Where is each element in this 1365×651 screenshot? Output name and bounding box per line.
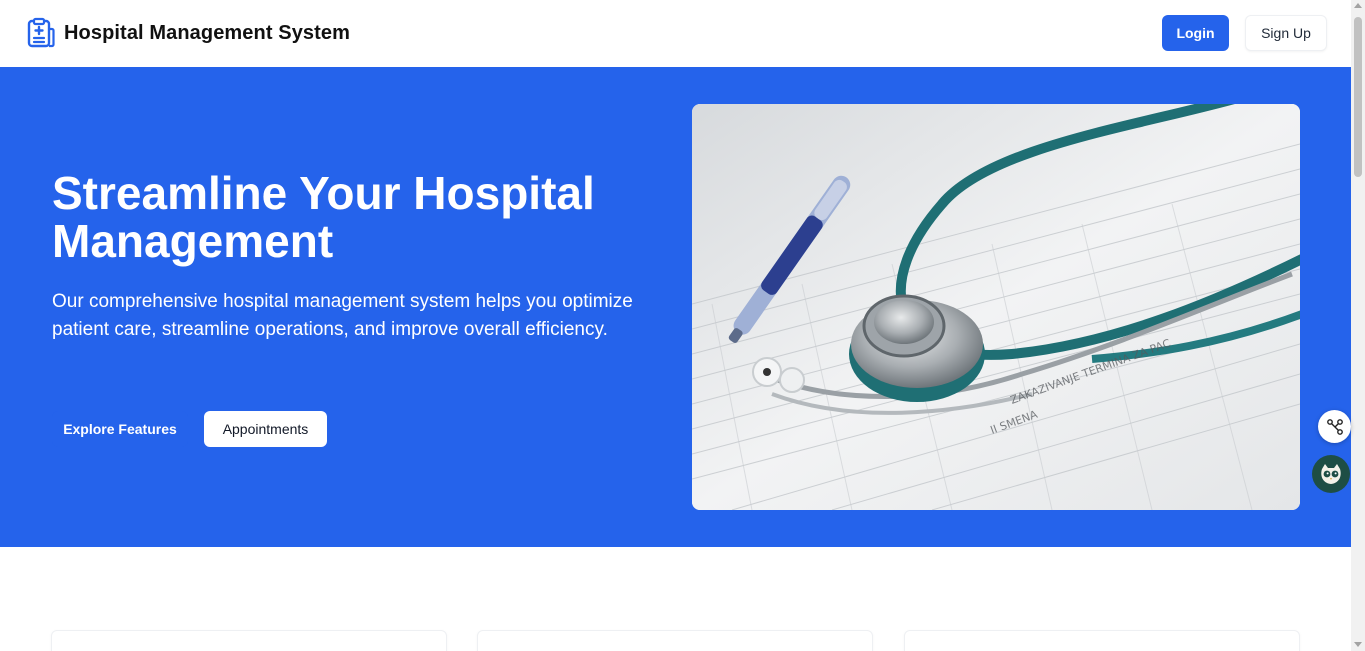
hero-image: ZAKAZIVANJE TERMINA ZA PAC II SMENA xyxy=(692,104,1300,510)
page-scrollbar[interactable] xyxy=(1351,0,1365,651)
owl-assistant-icon xyxy=(1321,464,1341,484)
feature-card xyxy=(904,630,1300,651)
brand-title: Hospital Management System xyxy=(64,21,351,44)
assistant-widget-button[interactable] xyxy=(1312,455,1350,493)
hero-description: Our comprehensive hospital management sy… xyxy=(52,291,633,340)
scroll-down-arrow-icon[interactable] xyxy=(1354,642,1362,647)
share-nodes-icon xyxy=(1326,418,1343,435)
top-navbar: Hospital Management System Login Sign Up xyxy=(0,0,1351,67)
explore-features-button[interactable]: Explore Features xyxy=(52,411,188,447)
hospital-clipboard-icon xyxy=(27,17,55,48)
appointments-button[interactable]: Appointments xyxy=(204,411,327,447)
login-button[interactable]: Login xyxy=(1162,15,1229,51)
stethoscope-photo: ZAKAZIVANJE TERMINA ZA PAC II SMENA xyxy=(692,104,1300,510)
scroll-up-arrow-icon[interactable] xyxy=(1354,3,1362,8)
feature-card xyxy=(51,630,447,651)
share-widget-button[interactable] xyxy=(1318,410,1351,443)
brand[interactable]: Hospital Management System xyxy=(24,17,350,49)
hero-section: Streamline Your Hospital Management Our … xyxy=(0,67,1351,547)
scroll-thumb[interactable] xyxy=(1354,17,1362,177)
page: Hospital Management System Login Sign Up… xyxy=(0,0,1351,651)
hero-title: Streamline Your Hospital Management xyxy=(52,167,595,267)
signup-button[interactable]: Sign Up xyxy=(1245,15,1327,51)
feature-card xyxy=(477,630,873,651)
